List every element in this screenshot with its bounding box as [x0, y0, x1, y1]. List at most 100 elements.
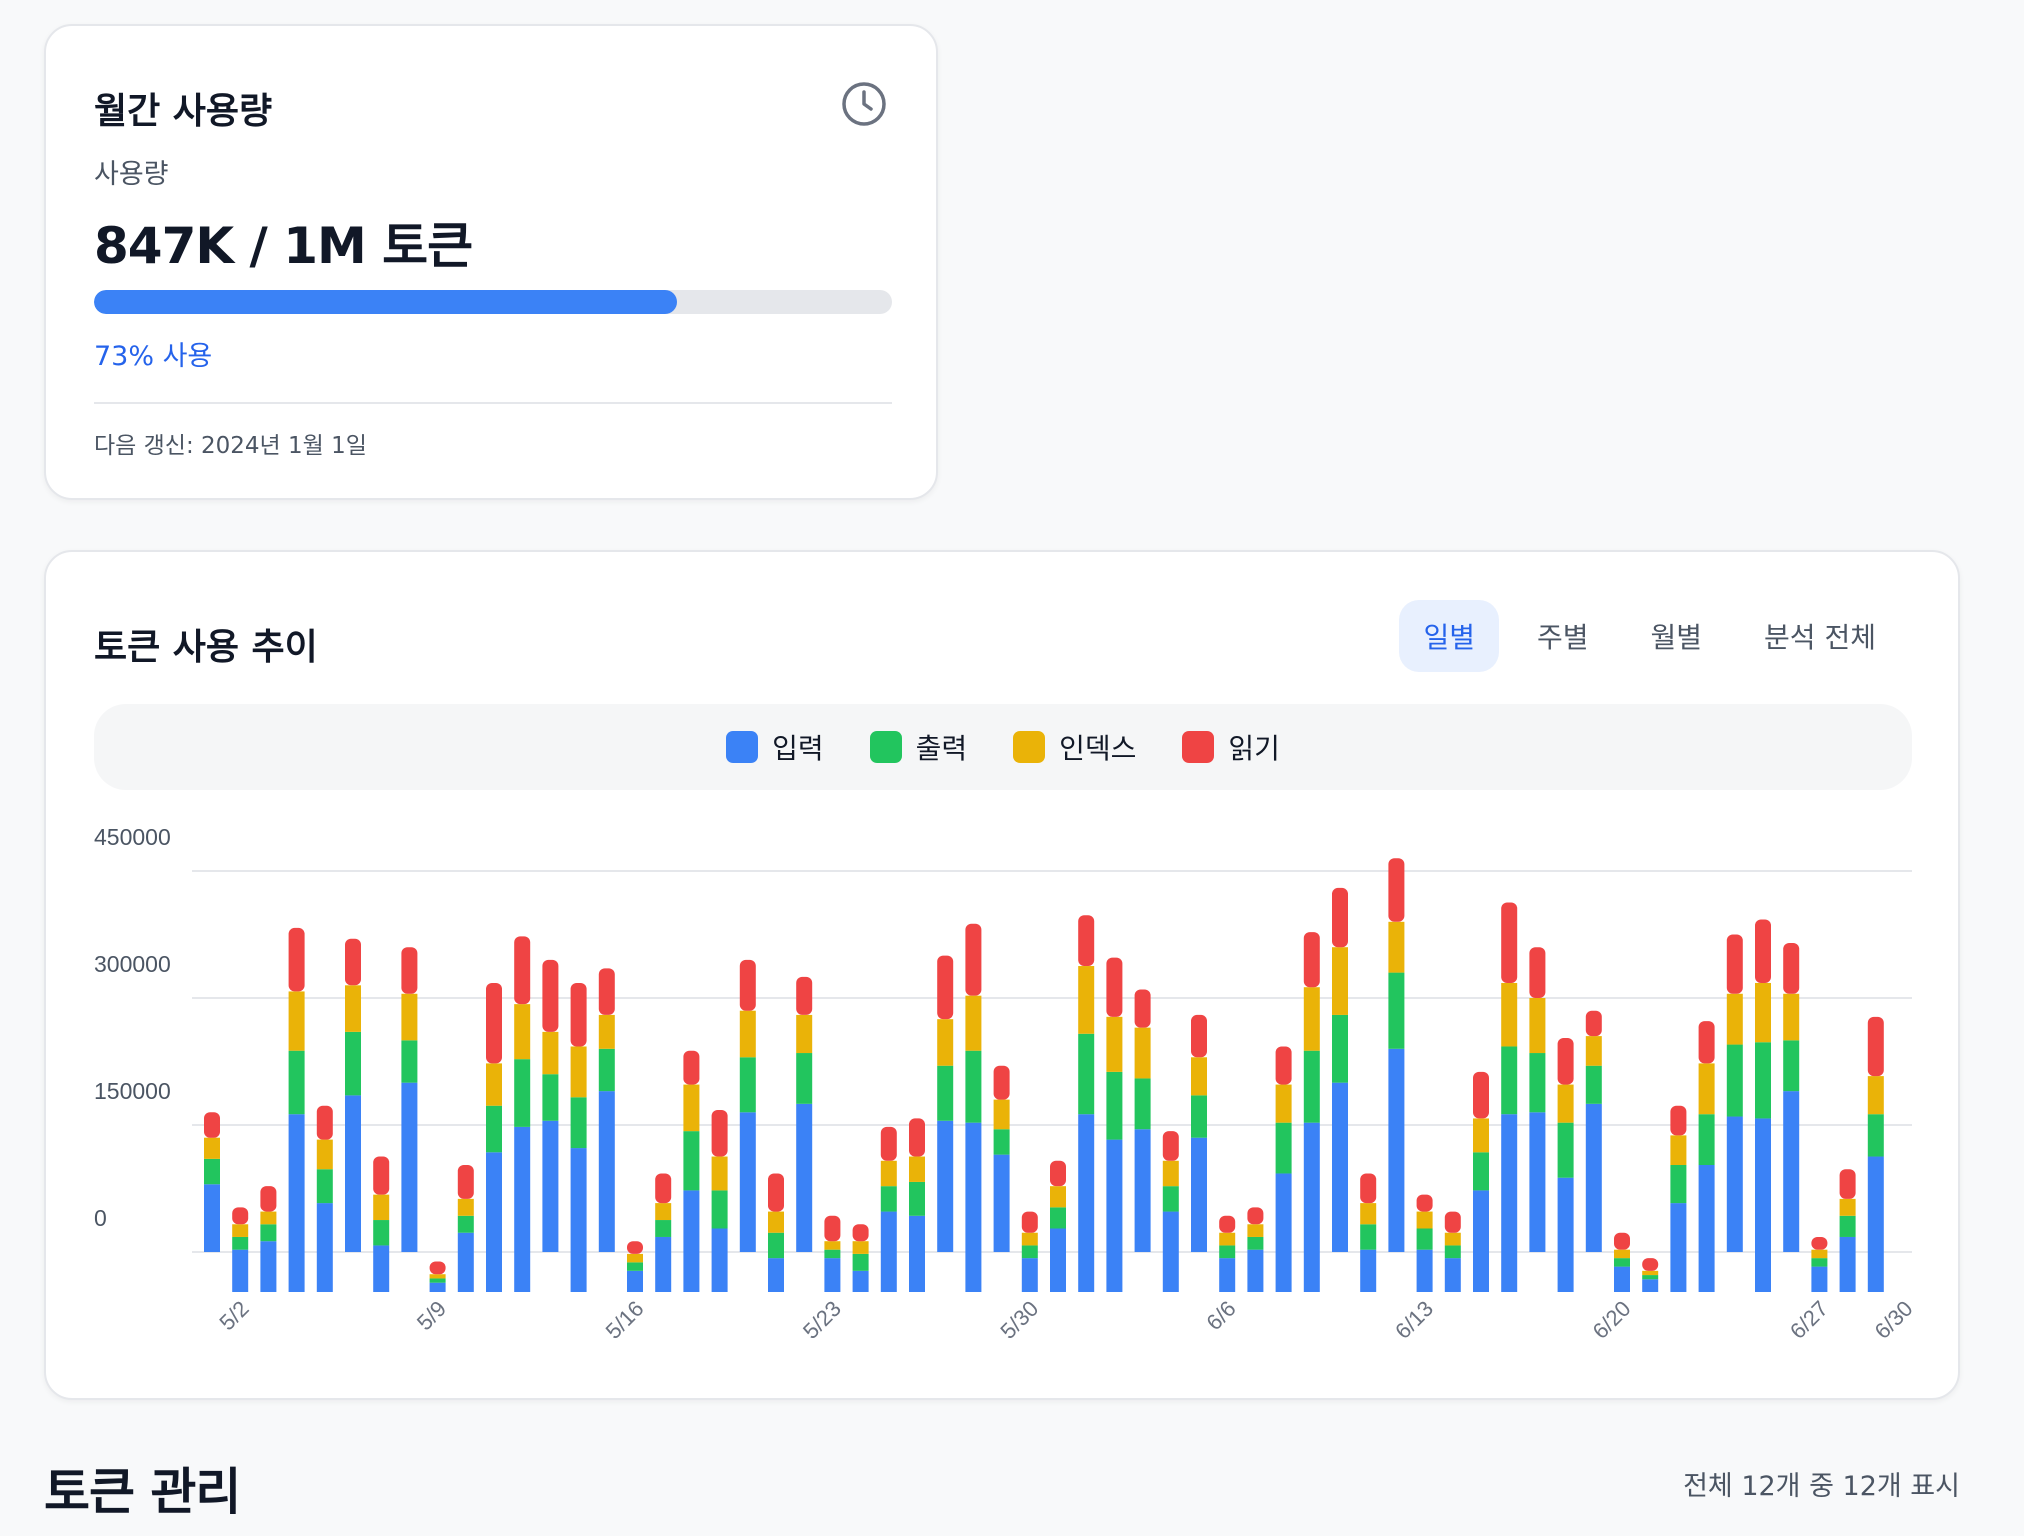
- bar-segment[interactable]: [1303, 987, 1320, 1051]
- bar-segment[interactable]: [993, 1065, 1010, 1100]
- bar-segment[interactable]: [1106, 957, 1123, 1017]
- clock-icon[interactable]: [840, 80, 888, 128]
- bar-segment[interactable]: [1050, 1207, 1066, 1229]
- bar-segment[interactable]: [1247, 1249, 1264, 1292]
- bar-segment[interactable]: [204, 1158, 220, 1185]
- bar-segment[interactable]: [909, 1181, 925, 1216]
- bar-segment[interactable]: [1755, 982, 1771, 1043]
- bar-segment[interactable]: [937, 955, 954, 1020]
- bar-segment[interactable]: [1726, 993, 1743, 1045]
- bar-segment[interactable]: [965, 923, 982, 996]
- bar-segment[interactable]: [1698, 1114, 1715, 1165]
- bar-segment[interactable]: [683, 1131, 700, 1191]
- bar-segment[interactable]: [909, 1156, 925, 1182]
- bar-segment[interactable]: [486, 1105, 502, 1153]
- bar-segment[interactable]: [1585, 1103, 1602, 1252]
- bar-segment[interactable]: [1614, 1232, 1630, 1250]
- bar-segment[interactable]: [1050, 1186, 1066, 1208]
- bar-segment[interactable]: [993, 1154, 1010, 1252]
- bar-segment[interactable]: [1811, 1258, 1828, 1267]
- bar-segment[interactable]: [1247, 1236, 1264, 1250]
- bar-segment[interactable]: [627, 1270, 643, 1292]
- bar-segment[interactable]: [232, 1236, 249, 1250]
- bar-segment[interactable]: [1726, 1044, 1743, 1117]
- bar-segment[interactable]: [1303, 1122, 1320, 1292]
- bar-segment[interactable]: [1614, 1266, 1630, 1292]
- bar-segment[interactable]: [1698, 1165, 1715, 1292]
- bar-segment[interactable]: [457, 1165, 474, 1199]
- bar-segment[interactable]: [993, 1129, 1010, 1155]
- bar-segment[interactable]: [1106, 1016, 1123, 1072]
- bar-segment[interactable]: [373, 1156, 390, 1195]
- bar-segment[interactable]: [1755, 1118, 1771, 1292]
- bar-segment[interactable]: [260, 1211, 277, 1225]
- bar-segment[interactable]: [1388, 1048, 1405, 1252]
- bar-segment[interactable]: [288, 991, 305, 1051]
- bar-segment[interactable]: [486, 1152, 502, 1292]
- bar-segment[interactable]: [1106, 1139, 1123, 1292]
- bar-segment[interactable]: [1473, 1152, 1489, 1191]
- bar-segment[interactable]: [514, 936, 531, 1005]
- bar-segment[interactable]: [683, 1084, 700, 1132]
- bar-segment[interactable]: [1303, 1050, 1320, 1123]
- bar-segment[interactable]: [880, 1160, 897, 1187]
- bar-segment[interactable]: [429, 1274, 446, 1279]
- bar-segment[interactable]: [627, 1262, 643, 1271]
- bar-segment[interactable]: [739, 1010, 756, 1058]
- bar-segment[interactable]: [1670, 1135, 1687, 1165]
- bar-segment[interactable]: [739, 959, 756, 1011]
- bar-segment[interactable]: [1162, 1186, 1179, 1212]
- bar-segment[interactable]: [1134, 1027, 1151, 1079]
- bar-segment[interactable]: [1360, 1173, 1377, 1204]
- bar-segment[interactable]: [401, 1082, 418, 1252]
- bar-segment[interactable]: [1332, 947, 1348, 1015]
- bar-segment[interactable]: [1162, 1131, 1179, 1161]
- bar-segment[interactable]: [909, 1118, 925, 1157]
- bar-segment[interactable]: [457, 1198, 474, 1216]
- bar-segment[interactable]: [627, 1241, 643, 1254]
- bar-segment[interactable]: [1219, 1215, 1236, 1233]
- bar-segment[interactable]: [260, 1224, 277, 1242]
- bar-segment[interactable]: [796, 1014, 813, 1054]
- bar-segment[interactable]: [1078, 1114, 1095, 1292]
- bar-segment[interactable]: [1416, 1194, 1433, 1212]
- bar-segment[interactable]: [1134, 989, 1151, 1028]
- bar-segment[interactable]: [1021, 1211, 1038, 1233]
- legend-item-input[interactable]: 입력: [726, 727, 824, 767]
- bar-segment[interactable]: [852, 1253, 869, 1271]
- bar-segment[interactable]: [1529, 947, 1546, 998]
- bar-segment[interactable]: [232, 1224, 249, 1237]
- bar-segment[interactable]: [852, 1270, 869, 1292]
- bar-segment[interactable]: [1219, 1232, 1236, 1246]
- bar-segment[interactable]: [1050, 1228, 1066, 1293]
- bar-segment[interactable]: [514, 1059, 531, 1127]
- bar-segment[interactable]: [824, 1241, 841, 1250]
- bar-segment[interactable]: [1501, 902, 1518, 983]
- bar-segment[interactable]: [1275, 1122, 1292, 1174]
- bar-segment[interactable]: [1698, 1063, 1715, 1115]
- bar-segment[interactable]: [1839, 1236, 1856, 1292]
- tab-weekly[interactable]: 주별: [1513, 600, 1613, 672]
- bar-segment[interactable]: [880, 1186, 897, 1212]
- tab-all-analysis[interactable]: 분석 전체: [1740, 600, 1900, 672]
- bar-segment[interactable]: [232, 1249, 249, 1292]
- bar-segment[interactable]: [401, 947, 418, 994]
- bar-segment[interactable]: [1134, 1078, 1151, 1130]
- bar-segment[interactable]: [1557, 1038, 1574, 1085]
- bar-segment[interactable]: [1642, 1275, 1659, 1280]
- tab-monthly[interactable]: 월별: [1627, 600, 1727, 672]
- bar-segment[interactable]: [1219, 1258, 1236, 1292]
- bar-segment[interactable]: [965, 1050, 982, 1123]
- bar-segment[interactable]: [1078, 1033, 1095, 1115]
- bar-segment[interactable]: [288, 927, 305, 992]
- bar-segment[interactable]: [880, 1126, 897, 1161]
- bar-segment[interactable]: [288, 1114, 305, 1292]
- bar-segment[interactable]: [598, 968, 615, 1015]
- bar-segment[interactable]: [1642, 1279, 1659, 1292]
- bar-segment[interactable]: [1191, 1057, 1207, 1096]
- bar-segment[interactable]: [880, 1211, 897, 1292]
- bar-segment[interactable]: [1670, 1165, 1687, 1204]
- bar-segment[interactable]: [570, 1148, 587, 1292]
- bar-segment[interactable]: [824, 1249, 841, 1259]
- bar-segment[interactable]: [683, 1050, 700, 1085]
